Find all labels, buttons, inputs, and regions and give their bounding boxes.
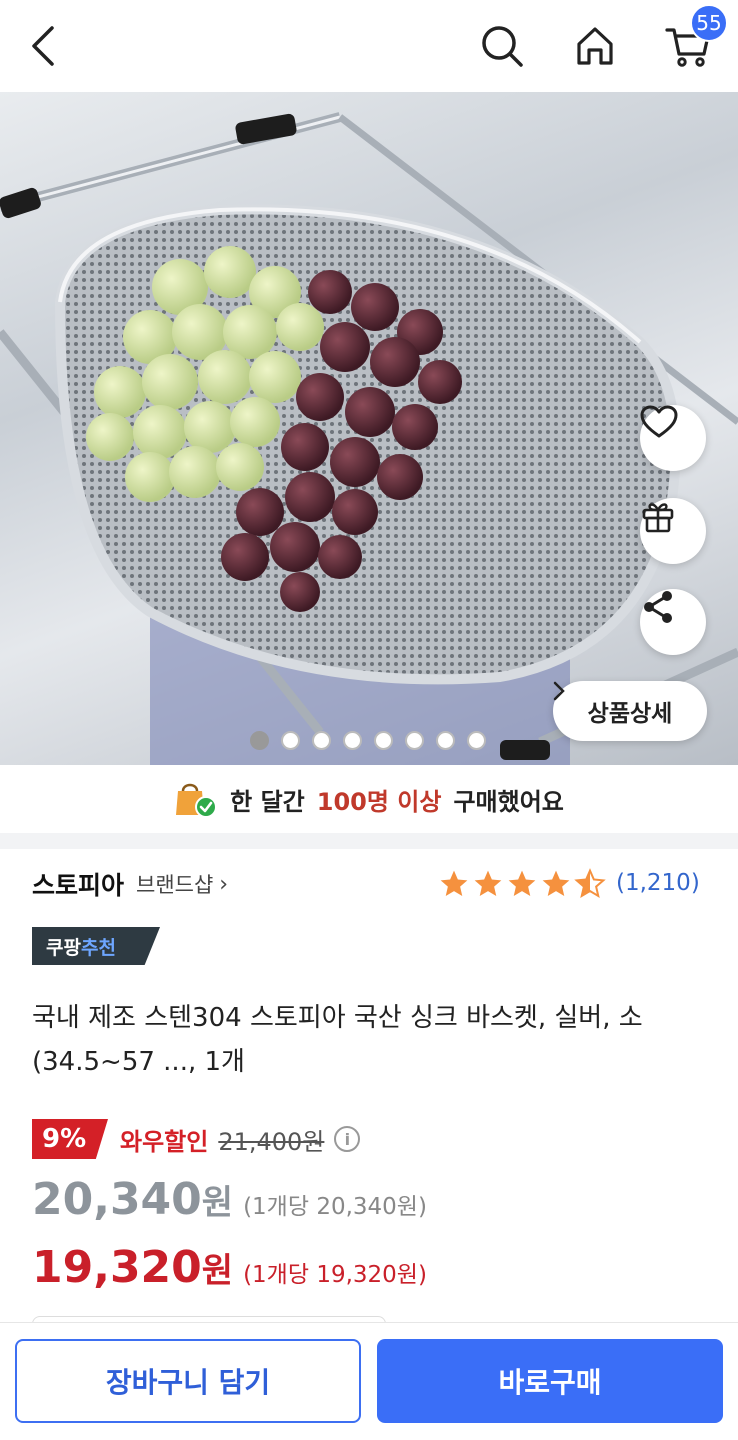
wow-price-currency: 원 <box>201 1251 234 1291</box>
sale-price-amount: 20,340 <box>32 1174 202 1225</box>
chevron-right-icon <box>553 681 565 701</box>
product-detail-button[interactable]: 상품상세 <box>553 681 707 741</box>
pagination-dot[interactable] <box>467 731 486 750</box>
product-detail-label: 상품상세 <box>587 701 673 727</box>
gift-icon <box>642 503 674 533</box>
banner-prefix: 한 달간 <box>230 787 305 816</box>
product-image <box>0 112 738 765</box>
home-icon <box>577 27 613 65</box>
brand-shop-link[interactable]: 브랜드샵 <box>136 869 213 899</box>
badge-text-accent: 추천 <box>80 936 116 959</box>
add-to-cart-button[interactable]: 장바구니 담기 <box>15 1339 361 1423</box>
share-button[interactable] <box>640 589 706 655</box>
pagination-dot[interactable] <box>405 731 424 750</box>
product-image-gallery[interactable]: 상품상세 <box>0 92 738 765</box>
info-icon[interactable]: i <box>334 1126 361 1152</box>
coupang-recommend-badge: 쿠팡 추천 <box>32 927 160 965</box>
wow-price-amount: 19,320 <box>32 1242 202 1293</box>
wow-unit-price: (1개당 19,320원) <box>243 1262 427 1288</box>
brand-rating-row: 스토피아 브랜드샵 › (1,210) <box>32 862 712 906</box>
banner-highlight: 100명 이상 <box>316 787 442 816</box>
banner-suffix: 구매했어요 <box>453 787 564 816</box>
gift-button[interactable] <box>640 498 706 564</box>
shopping-bag-check-icon <box>176 783 218 818</box>
product-title: 국내 제조 스텐304 스토피아 국산 싱크 바스켓, 실버, 소(34.5~5… <box>32 1003 643 1077</box>
chevron-right-icon: › <box>219 871 229 897</box>
star-full-icon <box>542 870 570 896</box>
wishlist-button[interactable] <box>640 405 706 471</box>
sale-price-currency: 원 <box>201 1183 234 1223</box>
star-full-icon <box>508 870 536 896</box>
discount-row: 9% 와우할인 21,400원 i <box>32 1118 361 1160</box>
share-icon <box>644 591 672 623</box>
cart-count-badge: 55 <box>690 4 728 42</box>
pagination-dot[interactable] <box>343 731 362 750</box>
pagination-dot[interactable] <box>436 731 455 750</box>
pagination-dot[interactable] <box>374 731 393 750</box>
home-button[interactable] <box>567 18 623 74</box>
buy-now-button[interactable]: 바로구매 <box>377 1339 723 1423</box>
sale-unit-price: (1개당 20,340원) <box>243 1194 427 1220</box>
purchase-count-banner: 한 달간 100명 이상 구매했어요 <box>0 765 738 833</box>
heart-icon <box>640 405 678 438</box>
star-full-icon <box>474 870 502 896</box>
brand-name[interactable]: 스토피아 <box>32 866 124 902</box>
sale-price: 20,340 원 (1개당 20,340원) <box>32 1174 427 1225</box>
wow-discount-label: 와우할인 <box>120 1127 209 1156</box>
gallery-pagination <box>250 731 486 750</box>
top-nav-bar: 55 <box>0 0 738 90</box>
original-price: 21,400원 <box>218 1127 325 1156</box>
pagination-dot[interactable] <box>312 731 331 750</box>
discount-rate-badge: 9% <box>32 1119 108 1159</box>
back-arrow-icon <box>32 26 54 66</box>
section-divider <box>0 833 738 849</box>
wow-price: 19,320 원 (1개당 19,320원) <box>32 1242 427 1293</box>
search-button[interactable] <box>474 18 530 74</box>
pagination-dot[interactable] <box>281 731 300 750</box>
star-half-icon <box>574 868 606 899</box>
rating-count[interactable]: (1,210) <box>616 870 700 896</box>
search-icon <box>482 26 523 67</box>
bottom-action-bar: 장바구니 담기 바로구매 <box>0 1322 738 1440</box>
back-button[interactable] <box>16 18 72 74</box>
star-full-icon <box>440 870 468 896</box>
rating-stars[interactable] <box>438 868 606 900</box>
pagination-dot[interactable] <box>250 731 269 750</box>
badge-text-main: 쿠팡 <box>46 936 81 959</box>
